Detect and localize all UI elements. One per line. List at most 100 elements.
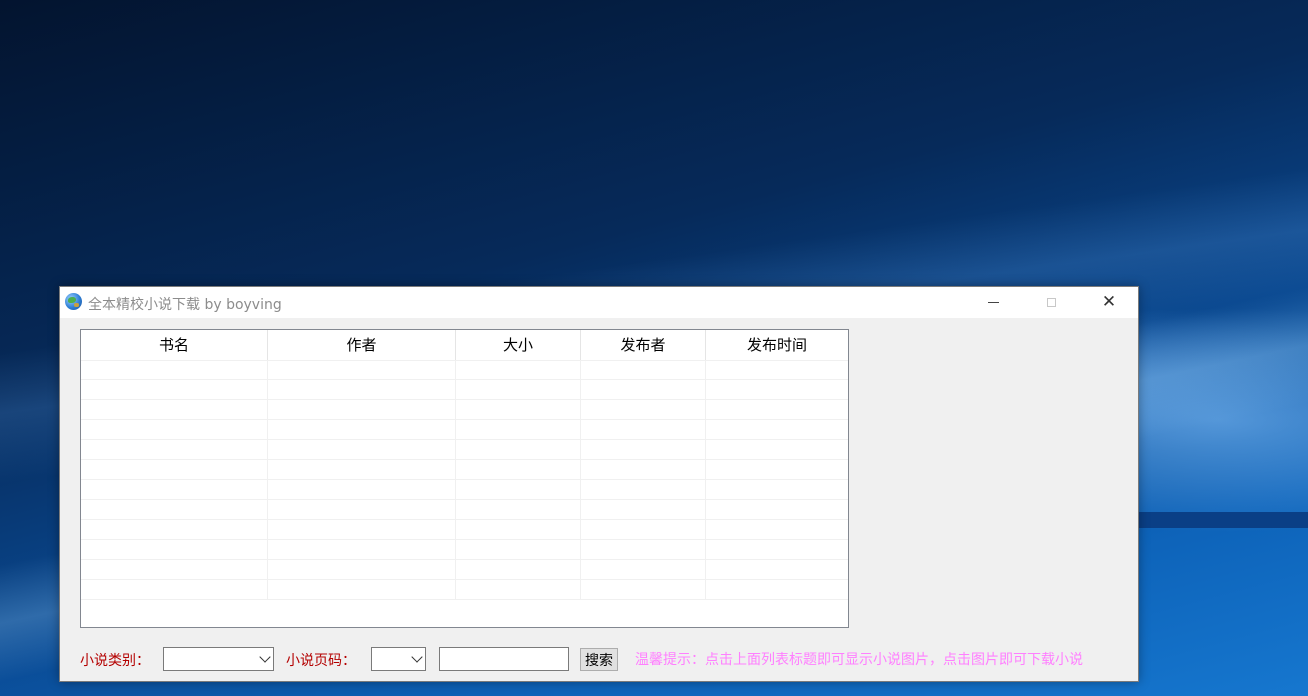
search-input[interactable] [439,647,569,671]
table-cell [581,580,706,599]
list-header: 书名 作者 大小 发布者 发布时间 [81,330,848,360]
table-cell [706,540,848,559]
window-title: 全本精校小说下载 by boyving [88,297,282,313]
table-row[interactable] [81,460,848,480]
table-cell [268,460,456,479]
table-cell [456,420,581,439]
table-cell [581,460,706,479]
table-cell [268,420,456,439]
table-cell [706,480,848,499]
table-cell [81,580,268,599]
table-cell [456,400,581,419]
minimize-icon [987,302,999,303]
wallpaper-panel [1139,512,1308,528]
table-cell [81,480,268,499]
table-cell [81,400,268,419]
table-cell [581,380,706,399]
table-cell [581,520,706,539]
table-cell [706,380,848,399]
table-cell [456,480,581,499]
table-cell [581,500,706,519]
table-cell [456,560,581,579]
column-header-title[interactable]: 书名 [81,330,268,360]
table-cell [581,440,706,459]
table-cell [268,380,456,399]
table-cell [456,460,581,479]
category-label: 小说类别： [80,653,150,669]
table-row[interactable] [81,400,848,420]
table-cell [706,460,848,479]
table-cell [81,380,268,399]
table-cell [706,420,848,439]
table-row[interactable] [81,420,848,440]
table-cell [268,540,456,559]
table-cell [706,580,848,599]
column-header-publisher[interactable]: 发布者 [581,330,706,360]
table-row[interactable] [81,540,848,560]
table-cell [706,560,848,579]
table-cell [268,500,456,519]
table-cell [81,361,268,380]
table-cell [81,560,268,579]
table-cell [268,480,456,499]
table-cell [268,580,456,599]
table-cell [268,400,456,419]
table-cell [456,520,581,539]
table-cell [581,400,706,419]
table-cell [456,380,581,399]
table-cell [581,480,706,499]
table-row[interactable] [81,520,848,540]
table-cell [581,540,706,559]
table-cell [706,361,848,380]
table-cell [581,420,706,439]
table-cell [706,500,848,519]
list-body [81,360,848,600]
table-row[interactable] [81,440,848,460]
maximize-icon [1046,298,1056,307]
column-header-publish-time[interactable]: 发布时间 [706,330,848,360]
table-cell [268,440,456,459]
table-cell [81,420,268,439]
chevron-down-icon [411,651,423,663]
chevron-down-icon [259,651,271,663]
close-button[interactable]: ✕ [1080,287,1138,318]
column-header-author[interactable]: 作者 [268,330,456,360]
table-cell [706,520,848,539]
table-row[interactable] [81,500,848,520]
close-icon: ✕ [1101,292,1117,312]
table-row[interactable] [81,380,848,400]
hint-text: 温馨提示：点击上面列表标题即可显示小说图片，点击图片即可下载小说 [635,652,1083,668]
novel-list[interactable]: 书名 作者 大小 发布者 发布时间 [80,329,849,628]
table-cell [268,520,456,539]
category-select[interactable] [163,647,274,671]
table-cell [81,460,268,479]
table-row[interactable] [81,560,848,580]
maximize-button[interactable] [1022,287,1080,318]
table-cell [81,440,268,459]
table-cell [81,500,268,519]
table-cell [456,500,581,519]
globe-icon [65,293,82,310]
search-button[interactable]: 搜索 [580,648,618,671]
column-header-size[interactable]: 大小 [456,330,581,360]
table-cell [81,520,268,539]
table-cell [268,361,456,380]
minimize-button[interactable] [964,287,1022,318]
table-cell [706,400,848,419]
table-cell [81,540,268,559]
page-select[interactable] [371,647,426,671]
table-row[interactable] [81,480,848,500]
table-row[interactable] [81,580,848,600]
table-cell [456,580,581,599]
table-cell [456,540,581,559]
table-cell [581,361,706,380]
table-cell [706,440,848,459]
title-bar[interactable]: 全本精校小说下载 by boyving ✕ [60,287,1138,318]
page-label: 小说页码： [286,653,356,669]
app-window: 全本精校小说下载 by boyving ✕ 书名 作者 大小 发布者 发布时间 … [59,286,1139,682]
table-cell [456,440,581,459]
table-cell [268,560,456,579]
table-row[interactable] [81,360,848,380]
table-cell [456,361,581,380]
table-cell [581,560,706,579]
